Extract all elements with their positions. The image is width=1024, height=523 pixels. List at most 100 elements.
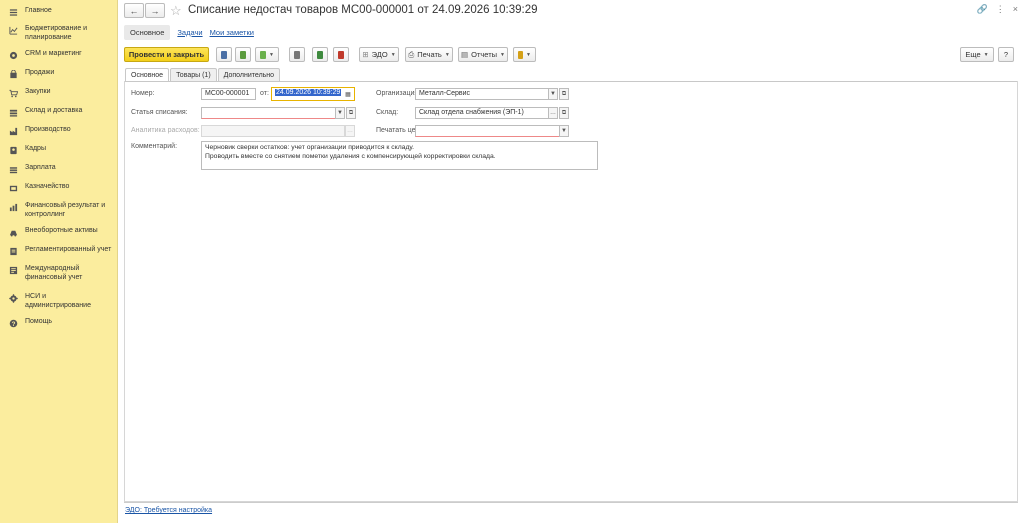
form-nav: Основное Задачи Мои заметки xyxy=(124,24,254,40)
print-prices-field[interactable] xyxy=(415,125,560,137)
sidebar-item-treasury[interactable]: Казначейство xyxy=(0,182,117,194)
post-and-close-button[interactable]: Провести и закрыть xyxy=(124,47,209,62)
warehouse-field[interactable]: Склад отдела снабжения (ЭП-1) xyxy=(415,107,549,119)
sidebar-item-label: Кадры xyxy=(25,145,46,152)
reports-label: Отчеты xyxy=(471,50,498,59)
sidebar-item-label: Продажи xyxy=(25,69,55,76)
warehouse-select-button[interactable]: … xyxy=(548,107,558,119)
more-button[interactable]: Еще ▼ xyxy=(960,47,994,62)
edo-setup-link[interactable]: ЭДО: Требуется настройка xyxy=(125,507,212,514)
sidebar-item-admin[interactable]: НСИ и администрирование xyxy=(0,292,117,311)
create-based-button[interactable]: ▼ xyxy=(255,47,279,62)
assets-icon xyxy=(8,227,18,237)
command-bar: Провести и закрыть ▼ ⊞ ЭДО ▼ ⎙ Печать ▼ ▤ Отч… xyxy=(124,47,1018,63)
back-button[interactable]: ← xyxy=(124,3,144,18)
nav-tasks[interactable]: Задачи xyxy=(177,28,202,37)
print-prices-dropdown-button[interactable]: ▼ xyxy=(559,125,569,137)
comment-line: Проводить вместе со снятием пометки удал… xyxy=(205,152,496,160)
sidebar-item-label: Бюджетирование и планирование xyxy=(25,25,88,41)
tab-main[interactable]: Основное xyxy=(125,68,170,82)
svg-text:?: ? xyxy=(11,320,15,327)
sidebar-item-label: Международный финансовый учет xyxy=(25,265,83,281)
form-tabs: Основное Товары (1) Дополнительно xyxy=(125,68,281,82)
write-off-article-dropdown-button[interactable]: ▼ xyxy=(335,107,345,119)
dt-kt-icon xyxy=(317,50,323,59)
comment-field[interactable]: Черновик сверки остатков: учет организац… xyxy=(201,141,598,170)
sidebar-item-main[interactable]: Главное xyxy=(0,6,117,18)
help-label: ? xyxy=(1003,50,1009,59)
sidebar-item-warehouse[interactable]: Склад и доставка xyxy=(0,106,117,118)
warehouse-icon xyxy=(8,107,18,117)
write-off-article-field[interactable] xyxy=(201,107,344,119)
warehouse-open-button[interactable]: ⧉ xyxy=(559,107,569,119)
sidebar-item-purchases[interactable]: Закупки xyxy=(0,87,117,99)
sidebar-item-salary[interactable]: Зарплата xyxy=(0,163,117,175)
sidebar-item-sales[interactable]: Продажи xyxy=(0,68,117,80)
help-button[interactable]: ? xyxy=(998,47,1014,62)
tab-additional[interactable]: Дополнительно xyxy=(217,68,281,81)
sidebar-item-help[interactable]: ? Помощь xyxy=(0,317,117,329)
ledger-icon xyxy=(8,246,18,256)
favorite-star-icon[interactable]: ☆ xyxy=(170,3,182,18)
nav-notes[interactable]: Мои заметки xyxy=(210,28,254,37)
create-based-icon xyxy=(260,50,267,59)
sidebar: Главное Бюджетирование и планирование CR… xyxy=(0,0,118,523)
sidebar-item-assets[interactable]: Внеоборотные активы xyxy=(0,226,117,238)
sidebar-item-label: Финансовый результат и контроллинг xyxy=(25,202,106,218)
finance-icon xyxy=(8,202,18,212)
attachments-button[interactable]: ▼ xyxy=(513,47,536,62)
edo-icon: ⊞ xyxy=(362,50,369,59)
dt-kt-button[interactable] xyxy=(312,47,328,62)
comment-label: Комментарий: xyxy=(131,143,178,150)
calendar-icon[interactable]: ▦ xyxy=(343,88,353,100)
arrow-left-icon: ← xyxy=(129,5,139,16)
print-label: Печать xyxy=(417,50,442,59)
close-icon[interactable]: × xyxy=(1013,4,1018,15)
reports-button[interactable]: ▤ Отчеты ▼ xyxy=(458,47,508,62)
nav-main[interactable]: Основное xyxy=(124,24,171,40)
sidebar-item-label: Внеоборотные активы xyxy=(25,227,98,234)
number-label: Номер: xyxy=(131,90,155,97)
organization-dropdown-button[interactable]: ▼ xyxy=(548,88,558,100)
post-button[interactable] xyxy=(235,47,251,62)
page-title: Списание недостач товаров МС00-000001 от… xyxy=(188,4,538,16)
people-icon xyxy=(8,145,18,155)
organization-open-button[interactable]: ⧉ xyxy=(559,88,569,100)
expense-analytics-label: Аналитика расходов: xyxy=(131,127,200,134)
sidebar-item-regulated[interactable]: Регламентированный учет xyxy=(0,245,117,257)
factory-icon xyxy=(8,126,18,136)
journal-icon xyxy=(294,50,300,59)
date-value: 24.09.2026 10:39:29 xyxy=(275,89,342,96)
number-field[interactable]: МС00-000001 xyxy=(201,88,256,100)
expense-analytics-select-button[interactable]: … xyxy=(345,125,355,137)
sidebar-item-budgeting[interactable]: Бюджетирование и планирование xyxy=(0,24,117,43)
bag-icon xyxy=(8,69,18,79)
date-label: от: xyxy=(260,90,269,97)
forward-button[interactable]: → xyxy=(145,3,165,18)
more-icon[interactable]: ⋮ xyxy=(996,4,1005,15)
write-off-article-open-button[interactable]: ⧉ xyxy=(346,107,356,119)
tab-goods[interactable]: Товары (1) xyxy=(170,68,217,81)
sidebar-item-hr[interactable]: Кадры xyxy=(0,144,117,156)
link-icon[interactable]: 🔗 xyxy=(977,4,988,15)
edo-button[interactable]: ⊞ ЭДО ▼ xyxy=(359,47,399,62)
organization-label: Организация: xyxy=(376,90,421,97)
sidebar-item-international[interactable]: Международный финансовый учет xyxy=(0,264,117,291)
sidebar-item-label: Зарплата xyxy=(25,164,56,171)
dt-kt-red-button[interactable] xyxy=(333,47,349,62)
journal-button[interactable] xyxy=(289,47,305,62)
salary-icon xyxy=(8,164,18,174)
organization-field[interactable]: Металл-Сервис xyxy=(415,88,557,100)
reports-icon: ▤ xyxy=(461,50,469,59)
sidebar-item-crm[interactable]: CRM и маркетинг xyxy=(0,49,117,61)
sidebar-item-label: Склад и доставка xyxy=(25,107,83,114)
sidebar-item-production[interactable]: Производство xyxy=(0,125,117,137)
save-button[interactable] xyxy=(216,47,232,62)
chart-icon xyxy=(8,25,18,35)
sidebar-item-label: Регламентированный учет xyxy=(25,246,112,253)
title-bar: ← → ☆ Списание недостач товаров МС00-000… xyxy=(124,3,1018,21)
print-button[interactable]: ⎙ Печать ▼ xyxy=(405,47,453,62)
sidebar-item-finance[interactable]: Финансовый результат и контроллинг xyxy=(0,201,117,220)
expense-analytics-field[interactable] xyxy=(201,125,345,137)
footer-divider xyxy=(124,502,1018,503)
